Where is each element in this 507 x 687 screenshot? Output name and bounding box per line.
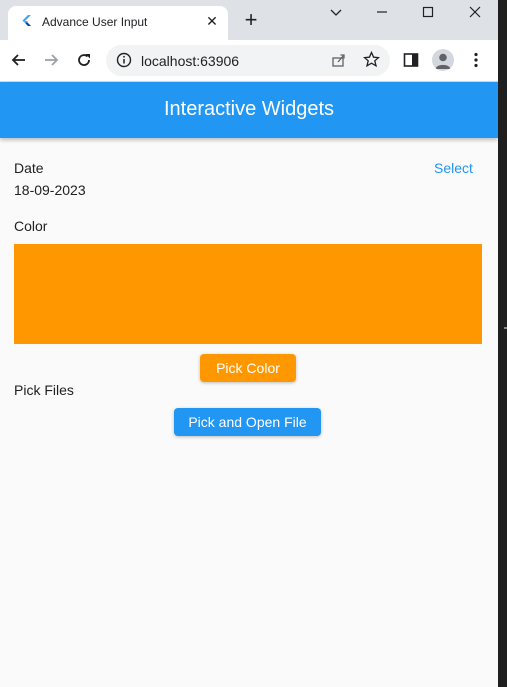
- back-icon[interactable]: [9, 50, 29, 70]
- forward-icon[interactable]: [41, 50, 61, 70]
- minimize-icon[interactable]: [359, 0, 405, 24]
- site-info-icon[interactable]: [116, 52, 132, 68]
- profile-avatar-icon[interactable]: [432, 49, 454, 71]
- close-tab-icon[interactable]: ✕: [204, 13, 220, 29]
- reload-icon[interactable]: [74, 50, 94, 70]
- side-panel-icon[interactable]: [401, 50, 421, 70]
- select-date-button[interactable]: Select: [434, 160, 473, 176]
- close-window-icon[interactable]: [452, 0, 498, 24]
- app-title: Interactive Widgets: [163, 98, 335, 120]
- share-icon[interactable]: [331, 52, 347, 68]
- browser-tab[interactable]: Advance User Input ✕: [8, 6, 228, 40]
- url-text: localhost:63906: [141, 53, 240, 69]
- tab-search-icon[interactable]: [313, 0, 359, 24]
- browser-toolbar: localhost:63906: [0, 40, 498, 82]
- tab-title: Advance User Input: [42, 15, 148, 29]
- pick-files-label: Pick Files: [14, 382, 74, 398]
- date-value: 18-09-2023: [14, 182, 86, 198]
- color-swatch: [14, 244, 482, 344]
- pick-and-open-file-button[interactable]: Pick and Open File: [174, 408, 321, 436]
- address-bar[interactable]: localhost:63906: [106, 45, 390, 76]
- app-bar: Interactive Widgets: [0, 82, 498, 138]
- new-tab-icon[interactable]: +: [241, 9, 261, 31]
- pick-color-button[interactable]: Pick Color: [200, 354, 296, 382]
- browser-window: Advance User Input ✕ + localhost:63906 I…: [0, 0, 498, 687]
- bookmark-star-icon[interactable]: [363, 51, 380, 68]
- flutter-icon: [22, 15, 31, 26]
- browser-menu-icon[interactable]: [466, 50, 486, 70]
- tab-strip: Advance User Input ✕ +: [0, 0, 498, 40]
- color-label: Color: [14, 218, 48, 234]
- background-window-edge: [498, 0, 507, 687]
- date-label: Date: [14, 160, 44, 176]
- maximize-icon[interactable]: [405, 0, 451, 24]
